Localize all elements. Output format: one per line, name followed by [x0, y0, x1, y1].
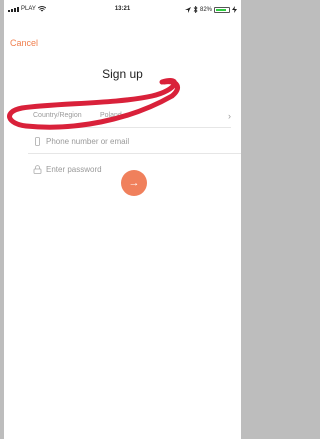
submit-button[interactable]: →: [121, 170, 147, 196]
battery-icon: [214, 6, 230, 13]
country-region-value: Poland: [100, 112, 122, 119]
phone-email-field[interactable]: Phone number or email: [28, 131, 241, 154]
country-region-label: Country/Region: [33, 112, 82, 119]
bluetooth-icon: [193, 6, 198, 13]
chevron-right-icon: ›: [228, 111, 231, 121]
screen: PLAY 13:21 82% Cancel Sign up Country/Re…: [4, 0, 241, 439]
status-right: 82%: [184, 6, 237, 13]
arrow-right-icon: →: [128, 177, 140, 189]
phone-email-placeholder: Phone number or email: [46, 137, 130, 146]
red-scribble-annotation: [7, 78, 180, 130]
password-placeholder: Enter password: [46, 165, 102, 174]
country-region-selector[interactable]: Country/Region Poland ›: [28, 105, 231, 128]
status-bar: PLAY 13:21 82%: [4, 0, 241, 18]
lock-icon: [33, 165, 42, 174]
location-icon: [184, 6, 191, 13]
page-title: Sign up: [102, 67, 143, 81]
phone-icon: [35, 137, 40, 146]
cancel-button[interactable]: Cancel: [10, 38, 38, 48]
charging-icon: [232, 6, 237, 13]
battery-percent: 82%: [199, 6, 212, 13]
